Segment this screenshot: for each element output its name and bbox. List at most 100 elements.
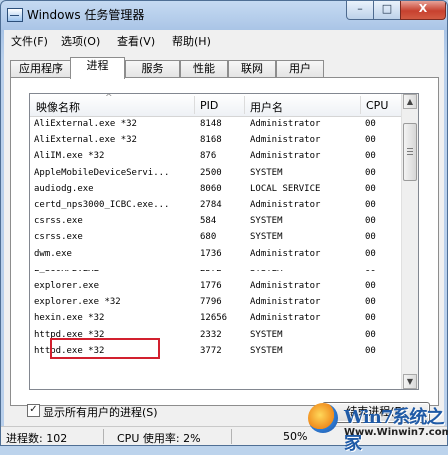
vertical-scrollbar[interactable]: ▲ ▼ (401, 94, 418, 389)
process-row[interactable]: AliExternal.exe *32 8168 Administrator 00 (30, 134, 401, 149)
sort-caret-icon: ^ (105, 93, 113, 103)
process-cpu: 00 (365, 167, 376, 178)
title-bar[interactable]: Windows 任务管理器 – □ X (1, 1, 447, 29)
process-cpu: 00 (365, 151, 376, 162)
process-pid: 8168 (200, 135, 222, 146)
process-list[interactable]: 映像名称 ^ PID 用户名 CPU AliExternal.exe *32 81… (29, 93, 419, 390)
process-pid: 2784 (200, 200, 222, 210)
process-image-name: explorer.exe (34, 281, 100, 291)
process-pid: 680 (200, 232, 217, 243)
process-row[interactable]: AliExternal.exe *32 8148 Administrator 00 (30, 118, 401, 133)
thumb-grip (407, 148, 413, 150)
process-user-name: Administrator (250, 248, 321, 259)
column-divider[interactable] (244, 96, 245, 114)
process-row[interactable]: E_S60RPB.EXE 2572 SYSTEM 00 (30, 270, 401, 279)
process-user-name: SYSTEM (250, 270, 360, 274)
process-pid: 1736 (200, 248, 222, 259)
process-cpu: 00 (365, 313, 376, 324)
process-row[interactable]: explorer.exe 1776 Administrator 00 (30, 280, 401, 295)
column-header-image-name[interactable]: 映像名称 (36, 99, 80, 115)
task-manager-window: Windows 任务管理器 – □ X 文件(F) 选项(O) 查看(V) 帮助… (0, 0, 448, 446)
process-pid: 8148 (200, 119, 222, 129)
list-header: 映像名称 ^ PID 用户名 CPU (30, 94, 401, 117)
process-cpu: 00 (365, 270, 395, 274)
column-divider[interactable] (194, 96, 195, 114)
status-process-count: 进程数: 102 (6, 432, 68, 445)
process-pid: 2500 (200, 167, 222, 178)
process-cpu: 00 (365, 183, 376, 194)
process-image-name: csrss.exe (34, 232, 83, 243)
column-header-cpu[interactable]: CPU (366, 99, 388, 112)
process-cpu: 00 (365, 216, 376, 227)
process-user-name: Administrator (250, 313, 321, 324)
process-user-name: Administrator (250, 281, 321, 291)
process-user-name: SYSTEM (250, 329, 283, 340)
process-image-name: audiodg.exe (34, 183, 94, 194)
window-title: Windows 任务管理器 (27, 8, 145, 22)
column-header-user[interactable]: 用户名 (250, 99, 283, 115)
process-pid: 3772 (200, 345, 222, 356)
process-image-name: dwm.exe (34, 248, 72, 259)
menu-file[interactable]: 文件(F) (11, 33, 48, 49)
process-pid: 12656 (200, 313, 228, 324)
menu-view[interactable]: 查看(V) (117, 33, 155, 49)
tab-processes[interactable]: 进程 (70, 57, 125, 79)
process-cpu: 00 (365, 135, 376, 146)
tab-networking[interactable]: 联网 (228, 60, 276, 78)
process-row[interactable]: AliIM.exe *32 876 Administrator 00 (30, 150, 401, 165)
process-user-name: Administrator (250, 135, 321, 146)
maximize-button[interactable]: □ (373, 1, 401, 20)
process-user-name: Administrator (250, 119, 321, 129)
process-row[interactable]: hexin.exe *32 12656 Administrator 00 (30, 312, 401, 327)
process-row[interactable]: AppleMobileDeviceServi... 2500 SYSTEM 00 (30, 167, 401, 182)
process-image-name: AppleMobileDeviceServi... (34, 167, 170, 178)
process-user-name: LOCAL SERVICE (250, 183, 321, 194)
status-cpu-usage: CPU 使用率: 2% (117, 432, 201, 445)
process-cpu: 00 (365, 281, 376, 291)
tab-performance[interactable]: 性能 (180, 60, 228, 78)
watermark-url: Www.Winwin7.com (344, 427, 448, 438)
scroll-down-button[interactable]: ▼ (403, 374, 417, 389)
menu-help[interactable]: 帮助(H) (172, 33, 211, 49)
process-row[interactable]: csrss.exe 680 SYSTEM 00 (30, 231, 401, 246)
process-image-name: hexin.exe *32 (34, 313, 105, 324)
process-user-name: SYSTEM (250, 216, 283, 227)
column-divider[interactable] (360, 96, 361, 114)
show-all-users-label[interactable]: 显示所有用户的进程(S) (43, 404, 158, 420)
thumb-grip (407, 154, 413, 156)
process-pid: 7796 (200, 297, 222, 308)
process-row[interactable]: audiodg.exe 8060 LOCAL SERVICE 00 (30, 183, 401, 198)
process-row[interactable]: explorer.exe *32 7796 Administrator 00 (30, 296, 401, 311)
process-image-name: AliExternal.exe *32 (34, 119, 137, 129)
column-header-pid[interactable]: PID (200, 99, 218, 112)
process-pid: 584 (200, 216, 217, 227)
client-area: 应用程序 进程 服务 性能 联网 用户 映像名称 ^ PID 用户名 CPU A… (4, 49, 444, 440)
scroll-up-button[interactable]: ▲ (403, 94, 417, 109)
process-pid: 1776 (200, 281, 222, 291)
process-user-name: Administrator (250, 151, 321, 162)
tab-services[interactable]: 服务 (125, 60, 180, 78)
tab-applications[interactable]: 应用程序 (10, 60, 72, 78)
site-watermark: Win7系统之家 Www.Winwin7.com (308, 403, 448, 454)
process-pid: 876 (200, 151, 217, 162)
menu-options[interactable]: 选项(O) (61, 33, 100, 49)
close-button[interactable]: X (400, 1, 446, 20)
process-user-name: Administrator (250, 297, 321, 308)
process-row[interactable]: dwm.exe 1736 Administrator 00 (30, 248, 401, 263)
minimize-button[interactable]: – (346, 1, 374, 20)
show-all-users-checkbox[interactable]: ✓ (27, 404, 40, 417)
scrollbar-thumb[interactable] (403, 123, 417, 182)
process-image-name: E_S60RPB.EXE (34, 270, 194, 274)
process-pid: 2572 (200, 270, 240, 274)
tab-users[interactable]: 用户 (276, 60, 324, 78)
process-row[interactable]: certd_nps3000_ICBC.exe... 2784 Administrat… (30, 199, 401, 214)
process-row[interactable]: csrss.exe 584 SYSTEM 00 (30, 215, 401, 230)
process-image-name: csrss.exe (34, 216, 83, 227)
task-manager-app-icon (7, 8, 23, 22)
process-cpu: 00 (365, 345, 376, 356)
status-divider (103, 429, 104, 444)
process-cpu: 00 (365, 232, 376, 243)
windows-logo-icon (308, 403, 338, 433)
process-image-name: AliIM.exe *32 (34, 151, 105, 162)
process-pid: 8060 (200, 183, 222, 194)
